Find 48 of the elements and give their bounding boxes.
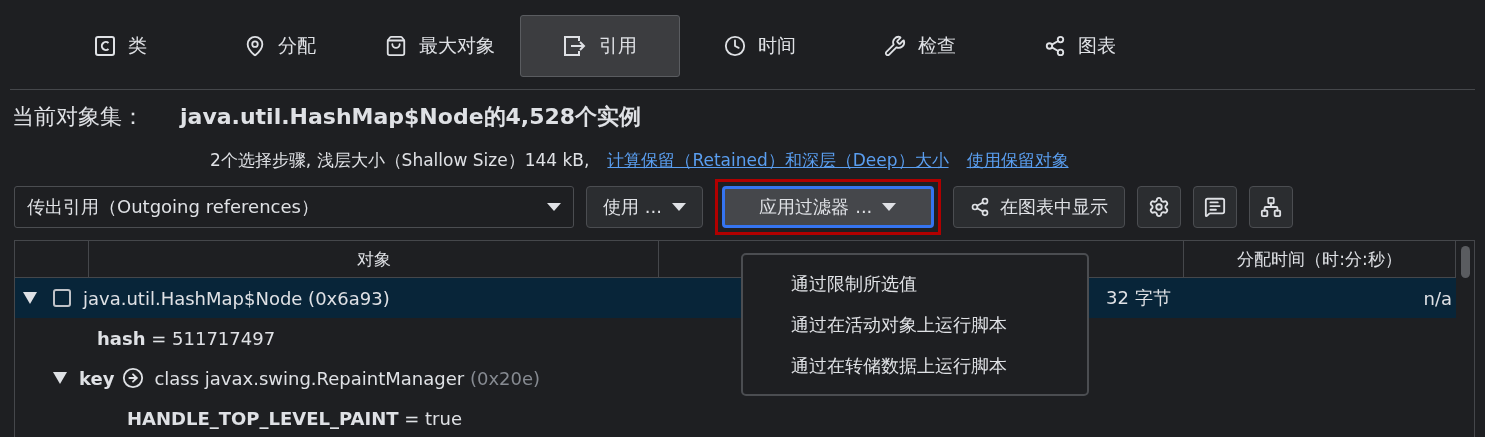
- settings-button[interactable]: [1136, 186, 1181, 228]
- hierarchy-button[interactable]: [1248, 186, 1293, 228]
- summary-text: 2个选择步骤, 浅层大小（Shallow Size）144 kB,: [210, 148, 590, 172]
- comment-icon: [1203, 196, 1226, 218]
- tab[interactable]: 图表: [1000, 15, 1160, 77]
- tab[interactable]: 最大对象: [360, 15, 520, 77]
- tab[interactable]: 时间: [680, 15, 840, 77]
- bag-icon: [385, 35, 407, 57]
- expand-toggle[interactable]: [23, 292, 37, 304]
- reference-icon: [122, 367, 145, 389]
- tab[interactable]: 检查: [840, 15, 1000, 77]
- hierarchy-icon: [1259, 196, 1282, 218]
- checkbox[interactable]: [53, 289, 71, 307]
- graph-icon: [1044, 35, 1066, 57]
- class-icon: [93, 35, 116, 57]
- filter-button[interactable]: 应用过滤器 ...: [721, 186, 934, 228]
- scrollbar-thumb[interactable]: [1461, 246, 1470, 278]
- tab[interactable]: 分配: [200, 15, 360, 77]
- link[interactable]: 使用保留对象: [966, 148, 1069, 172]
- field-name: key: [79, 367, 115, 389]
- link[interactable]: 计算保留（Retained）和深层（Deep）大小: [607, 148, 949, 172]
- size-cell: 32 字节: [1106, 286, 1171, 310]
- field-value: HANDLE_TOP_LEVEL_PAINT = true: [127, 407, 462, 429]
- object-set-label: 当前对象集：: [12, 103, 144, 131]
- settings-icon: [1147, 196, 1170, 218]
- view-select[interactable]: 传出引用（Outgoing references）: [14, 186, 574, 228]
- expand-toggle[interactable]: [53, 372, 67, 384]
- menu-item[interactable]: 通过在活动对象上运行脚本: [743, 304, 1087, 345]
- clock-icon: [724, 35, 746, 57]
- object-set-title: java.util.HashMap$Node的4,528个实例: [180, 103, 642, 131]
- export-icon: [563, 35, 587, 57]
- object-name: java.util.HashMap$Node (0x6a93): [83, 287, 390, 309]
- comment-button[interactable]: [1192, 186, 1237, 228]
- field-value: hash = 511717497: [97, 327, 276, 349]
- tab[interactable]: 引用: [520, 15, 680, 77]
- location-pin-icon: [244, 35, 266, 57]
- caret-icon: [547, 203, 561, 211]
- time-cell: n/a: [1423, 287, 1452, 309]
- wrench-icon: [884, 35, 906, 57]
- reference-value: class javax.swing.RepaintManager (0x20e): [154, 367, 541, 389]
- menu-item[interactable]: 通过在转储数据上运行脚本: [743, 345, 1087, 386]
- caret-icon: [882, 203, 897, 211]
- graph-icon: [969, 197, 990, 217]
- caret-icon: [671, 203, 686, 211]
- tab[interactable]: 类: [40, 15, 200, 77]
- use-button[interactable]: 使用 ...: [586, 186, 703, 228]
- graph-button[interactable]: 在图表中显示: [952, 186, 1125, 228]
- menu-item[interactable]: 通过限制所选值: [743, 263, 1087, 304]
